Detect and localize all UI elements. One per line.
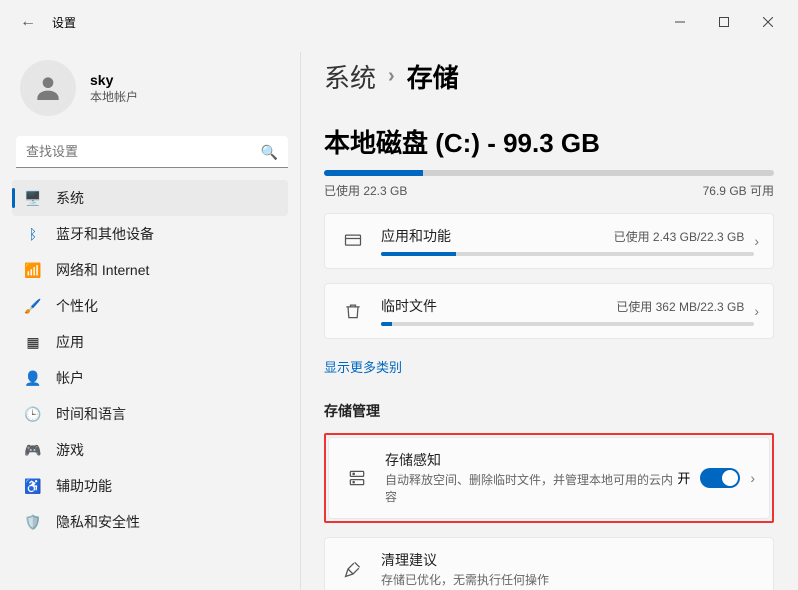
card-usage: 已使用 362 MB/22.3 GB: [616, 298, 744, 315]
nav-privacy[interactable]: 🛡️ 隐私和安全性: [12, 504, 288, 540]
disk-used: 已使用 22.3 GB: [324, 182, 407, 199]
nav-network[interactable]: 📶 网络和 Internet: [12, 252, 288, 288]
apps-usage-bar: [381, 252, 754, 256]
nav-bluetooth[interactable]: ᛒ 蓝牙和其他设备: [12, 216, 288, 252]
maximize-button[interactable]: [702, 6, 746, 38]
apps-icon: ▦: [24, 333, 42, 351]
nav-label: 游戏: [56, 440, 84, 460]
show-more-link[interactable]: 显示更多类别: [324, 357, 402, 376]
breadcrumb-parent[interactable]: 系统: [324, 58, 376, 95]
disk-usage-bar: [324, 170, 774, 176]
card-title: 存储感知: [385, 450, 677, 470]
gaming-icon: 🎮: [24, 441, 42, 459]
close-button[interactable]: [746, 6, 790, 38]
bluetooth-icon: ᛒ: [24, 225, 42, 243]
breadcrumb: 系统 › 存储: [324, 58, 774, 95]
nav-apps[interactable]: ▦ 应用: [12, 324, 288, 360]
breadcrumb-current: 存储: [407, 58, 459, 95]
nav-system[interactable]: 🖥️ 系统: [12, 180, 288, 216]
user-subtitle: 本地帐户: [90, 88, 138, 105]
search-input[interactable]: [16, 136, 288, 168]
nav-label: 应用: [56, 332, 84, 352]
trash-icon: [339, 301, 367, 321]
chevron-right-icon: ›: [754, 233, 759, 249]
nav-label: 隐私和安全性: [56, 512, 140, 532]
search-box[interactable]: 🔍: [16, 136, 288, 168]
card-title: 清理建议: [381, 550, 759, 570]
category-apps[interactable]: 应用和功能 已使用 2.43 GB/22.3 GB ›: [324, 213, 774, 269]
chevron-right-icon: ›: [754, 303, 759, 319]
toggle-state: 开: [677, 468, 690, 487]
wifi-icon: 📶: [24, 261, 42, 279]
nav-label: 系统: [56, 188, 84, 208]
user-name: sky: [90, 72, 138, 88]
user-profile[interactable]: sky 本地帐户: [12, 52, 300, 132]
nav-label: 蓝牙和其他设备: [56, 224, 154, 244]
disk-title: 本地磁盘 (C:) - 99.3 GB: [324, 123, 774, 160]
accounts-icon: 👤: [24, 369, 42, 387]
storage-sense[interactable]: 存储感知 自动释放空间、删除临时文件，并管理本地可用的云内容 开 ›: [328, 437, 770, 519]
nav-label: 网络和 Internet: [56, 260, 149, 280]
back-button[interactable]: ←: [8, 13, 48, 31]
card-desc: 自动释放空间、删除临时文件，并管理本地可用的云内容: [385, 472, 677, 506]
chevron-right-icon: ›: [388, 65, 395, 88]
highlight-box: 存储感知 自动释放空间、删除临时文件，并管理本地可用的云内容 开 ›: [324, 433, 774, 523]
chevron-right-icon: ›: [750, 470, 755, 486]
temp-usage-bar: [381, 322, 754, 326]
storage-icon: [343, 468, 371, 488]
avatar: [20, 60, 76, 116]
nav-label: 时间和语言: [56, 404, 126, 424]
card-usage: 已使用 2.43 GB/22.3 GB: [614, 228, 745, 245]
broom-icon: [339, 559, 367, 579]
storage-sense-toggle[interactable]: [700, 468, 740, 488]
nav-personalization[interactable]: 🖌️ 个性化: [12, 288, 288, 324]
nav-accounts[interactable]: 👤 帐户: [12, 360, 288, 396]
accessibility-icon: ♿: [24, 477, 42, 495]
category-temp[interactable]: 临时文件 已使用 362 MB/22.3 GB ›: [324, 283, 774, 339]
apps-features-icon: [339, 231, 367, 251]
window-title: 设置: [52, 14, 76, 31]
nav-label: 帐户: [56, 368, 84, 388]
nav-accessibility[interactable]: ♿ 辅助功能: [12, 468, 288, 504]
brush-icon: 🖌️: [24, 297, 42, 315]
nav-label: 辅助功能: [56, 476, 112, 496]
clock-icon: 🕒: [24, 405, 42, 423]
section-storage-management: 存储管理: [324, 401, 774, 421]
disk-free: 76.9 GB 可用: [703, 182, 774, 199]
search-icon: 🔍: [261, 144, 278, 161]
nav-label: 个性化: [56, 296, 98, 316]
card-title: 临时文件: [381, 296, 437, 316]
cleanup-recommendations[interactable]: 清理建议 存储已优化，无需执行任何操作: [324, 537, 774, 590]
system-icon: 🖥️: [24, 189, 42, 207]
nav-time[interactable]: 🕒 时间和语言: [12, 396, 288, 432]
nav-gaming[interactable]: 🎮 游戏: [12, 432, 288, 468]
card-desc: 存储已优化，无需执行任何操作: [381, 572, 759, 589]
minimize-button[interactable]: [658, 6, 702, 38]
card-title: 应用和功能: [381, 226, 451, 246]
shield-icon: 🛡️: [24, 513, 42, 531]
